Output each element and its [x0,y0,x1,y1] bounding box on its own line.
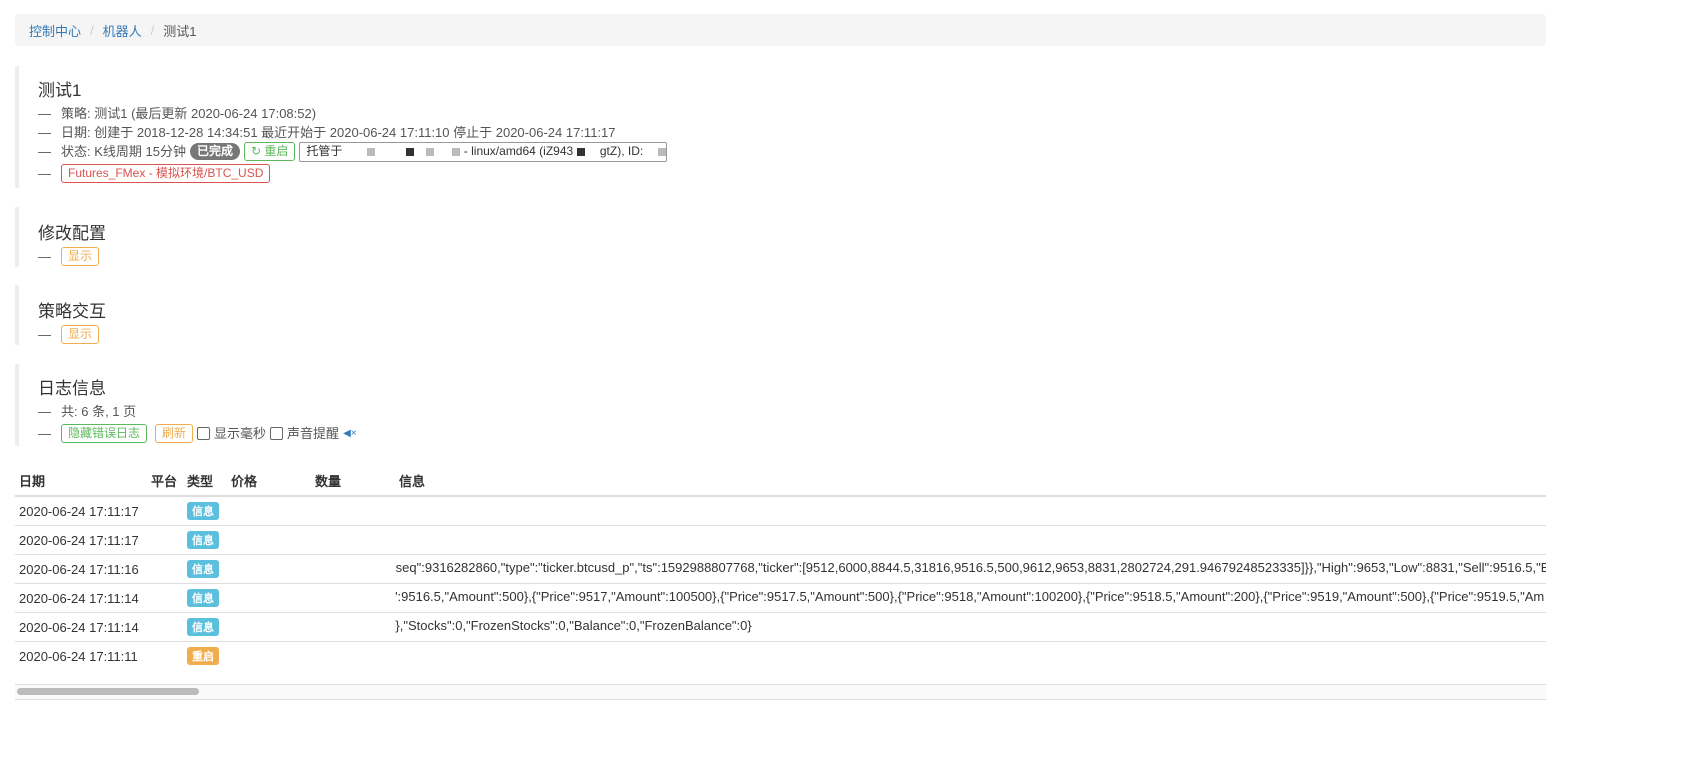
log-table: 日期 平台 类型 价格 数量 信息 2020-06-24 17:11:17信息[… [15,466,1546,670]
type-badge: 信息 [187,560,219,578]
row-platform [147,525,183,555]
breadcrumb-separator: / [150,22,155,38]
sound-checkbox[interactable] [270,427,284,440]
row-amount [311,495,395,526]
table-row: 2020-06-24 17:11:14 信息 {"Info":null,"Asks"… [15,583,1546,613]
robot-panel: 测试1 — 策略: 测试1 (最后更新 2020-06-24 17:08:52) … [15,66,668,188]
row-date: 2020-06-24 17:11:14 [15,612,147,642]
show-ms-label: 显示毫秒 [214,426,267,441]
row-platform [147,554,183,584]
row-type: 重启 [183,641,227,670]
strategy-info: 策略: 测试1 (最后更新 2020-06-24 17:08:52) [61,106,317,121]
row-date: 2020-06-24 17:11:14 [15,583,147,613]
table-row: 2020-06-24 17:11:11 重启 [15,641,1546,670]
col-type: 类型 [183,466,227,497]
row-info: {"Info":{"status":0,"data":{"seq":931628… [395,554,1546,584]
row-price [227,641,311,670]
row-info: [] [395,525,1546,555]
row-amount [311,641,395,670]
col-platform: 平台 [147,466,183,497]
breadcrumb-robots[interactable]: 机器人 [103,21,142,40]
refresh-icon: ↻ [250,144,262,158]
row-date: 2020-06-24 17:11:17 [15,495,147,526]
row-type: 信息 [183,612,227,642]
interact-show-button[interactable]: 显示 [61,325,100,344]
log-summary: 共: 6 条, 1 页 [61,404,137,419]
dates-info: 日期: 创建于 2018-12-28 14:34:51 最近开始于 2020-0… [61,125,616,140]
row-type: 信息 [183,495,227,526]
status-badge: 已完成 [189,143,240,160]
type-badge: 信息 [187,589,219,607]
row-type: 信息 [183,525,227,555]
breadcrumb-separator: / [90,22,94,38]
row-platform [147,641,183,670]
sound-label: 声音提醒 [287,426,340,441]
row-date: 2020-06-24 17:11:17 [15,525,147,555]
table-row: 2020-06-24 17:11:16 信息 {"Info":{"status":0… [15,554,1546,584]
interact-panel: 策略交互 — 显示 [15,285,106,345]
log-panel: 日志信息 — 共: 6 条, 1 页 — 隐藏错误日志 刷新 显示毫秒 声音提醒 … [15,364,357,446]
col-price: 价格 [227,466,311,497]
col-info: 信息 [395,466,1546,497]
row-price [227,525,311,555]
config-title: 修改配置 [38,224,106,243]
status-info: 状态: K线周期 15分钟 [61,144,186,159]
restart-button[interactable]: ↻ 重启 [243,142,296,161]
horizontal-scrollbar[interactable] [15,684,1546,700]
host-info: 托管于 - linux/amd64 (iZ943 gtZ), ID: [299,141,668,162]
row-date: 2020-06-24 17:11:11 [15,641,147,670]
row-info: [] [395,495,1546,526]
row-price [227,495,311,526]
breadcrumb-current: 测试1 [163,23,197,39]
table-header: 日期 平台 类型 价格 数量 信息 [15,466,1546,497]
breadcrumb: 控制中心 / 机器人 / 测试1 [15,14,1546,46]
config-show-button[interactable]: 显示 [61,247,100,266]
type-badge: 信息 [187,618,219,636]
row-amount [311,525,395,555]
type-badge: 重启 [187,647,219,665]
exchange-label[interactable]: Futures_FMex - 模拟环境/BTC_USD [61,164,271,183]
row-platform [147,612,183,642]
breadcrumb-control-center[interactable]: 控制中心 [29,21,81,40]
row-platform [147,495,183,526]
refresh-button[interactable]: 刷新 [155,424,194,443]
table-row: 2020-06-24 17:11:17 信息 [] [15,525,1546,555]
table-row: 2020-06-24 17:11:14 信息 {"Info":{"status":0… [15,612,1546,642]
row-date: 2020-06-24 17:11:16 [15,554,147,584]
col-date: 日期 [15,466,147,497]
row-platform [147,583,183,613]
config-panel: 修改配置 — 显示 [15,207,106,267]
row-info [395,641,1546,670]
row-price [227,612,311,642]
type-badge: 信息 [187,502,219,520]
table-row: 2020-06-24 17:11:17 信息 [] [15,495,1546,526]
col-amount: 数量 [311,466,395,497]
row-amount [311,612,395,642]
robot-title: 测试1 [38,81,82,100]
row-info: {"Info":{"status":0,"data":{}},"Stocks":… [395,612,1546,642]
hide-errors-button[interactable]: 隐藏错误日志 [61,424,148,443]
mute-icon[interactable]: ◀× [343,424,357,443]
row-amount [311,554,395,584]
type-badge: 信息 [187,531,219,549]
log-title: 日志信息 [38,379,106,398]
scrollbar-thumb[interactable] [17,688,199,695]
show-ms-checkbox[interactable] [197,427,211,440]
row-type: 信息 [183,554,227,584]
row-amount [311,583,395,613]
interact-title: 策略交互 [38,302,106,321]
row-info: {"Info":null,"Asks":[{"Price":9516.5,"Am… [395,583,1546,613]
row-price [227,583,311,613]
row-type: 信息 [183,583,227,613]
row-price [227,554,311,584]
